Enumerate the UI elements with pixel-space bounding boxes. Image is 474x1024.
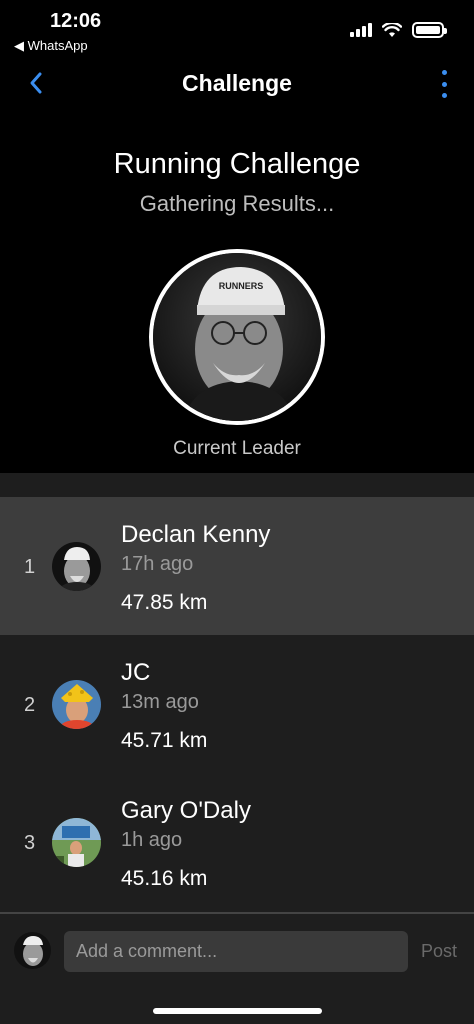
comment-input[interactable]	[64, 931, 408, 972]
last-activity-time: 13m ago	[121, 691, 199, 713]
wifi-icon	[382, 22, 402, 37]
page-title: Challenge	[182, 70, 292, 96]
challenge-title: Running Challenge	[113, 148, 361, 180]
rank-number: 1	[24, 556, 36, 578]
leader-avatar[interactable]: RUNNERS	[149, 249, 325, 425]
svg-text:RUNNERS: RUNNERS	[219, 281, 264, 291]
runner-name: Declan Kenny	[121, 521, 271, 548]
rank-number: 3	[24, 832, 36, 854]
runner-name: JC	[121, 659, 151, 686]
current-leader-label: Current Leader	[173, 438, 301, 459]
status-icons	[350, 22, 447, 38]
avatar	[52, 818, 101, 867]
avatar	[52, 680, 101, 729]
back-to-app-link[interactable]: ◀ WhatsApp	[14, 38, 88, 54]
distance-value: 45.16 km	[121, 867, 208, 890]
home-indicator[interactable]	[153, 1008, 322, 1014]
leaderboard-row-3[interactable]: 3 Gary O'Daly 1h ago 45.16 km	[0, 773, 474, 911]
status-time: 12:06	[50, 10, 102, 32]
leaderboard-list: 1 Declan Kenny 17h ago 47.85 km 2 JC 13m…	[0, 473, 474, 913]
cellular-signal-icon	[350, 23, 372, 37]
more-vertical-icon[interactable]	[440, 70, 448, 98]
post-button[interactable]: Post	[421, 941, 457, 962]
distance-value: 45.71 km	[121, 729, 208, 752]
runner-name: Gary O'Daly	[121, 797, 251, 824]
rank-number: 2	[24, 694, 36, 716]
last-activity-time: 17h ago	[121, 553, 194, 575]
my-avatar	[14, 932, 51, 969]
nav-bar: Challenge	[0, 62, 474, 106]
challenge-status: Gathering Results...	[139, 191, 335, 216]
last-activity-time: 1h ago	[121, 829, 183, 851]
leaderboard-row-2[interactable]: 2 JC 13m ago 45.71 km	[0, 635, 474, 773]
distance-value: 47.85 km	[121, 591, 208, 614]
avatar	[52, 542, 101, 591]
status-bar: 12:06 ◀ WhatsApp	[0, 0, 474, 58]
battery-icon	[412, 22, 447, 38]
leaderboard-row-1[interactable]: 1 Declan Kenny 17h ago 47.85 km	[0, 497, 474, 635]
